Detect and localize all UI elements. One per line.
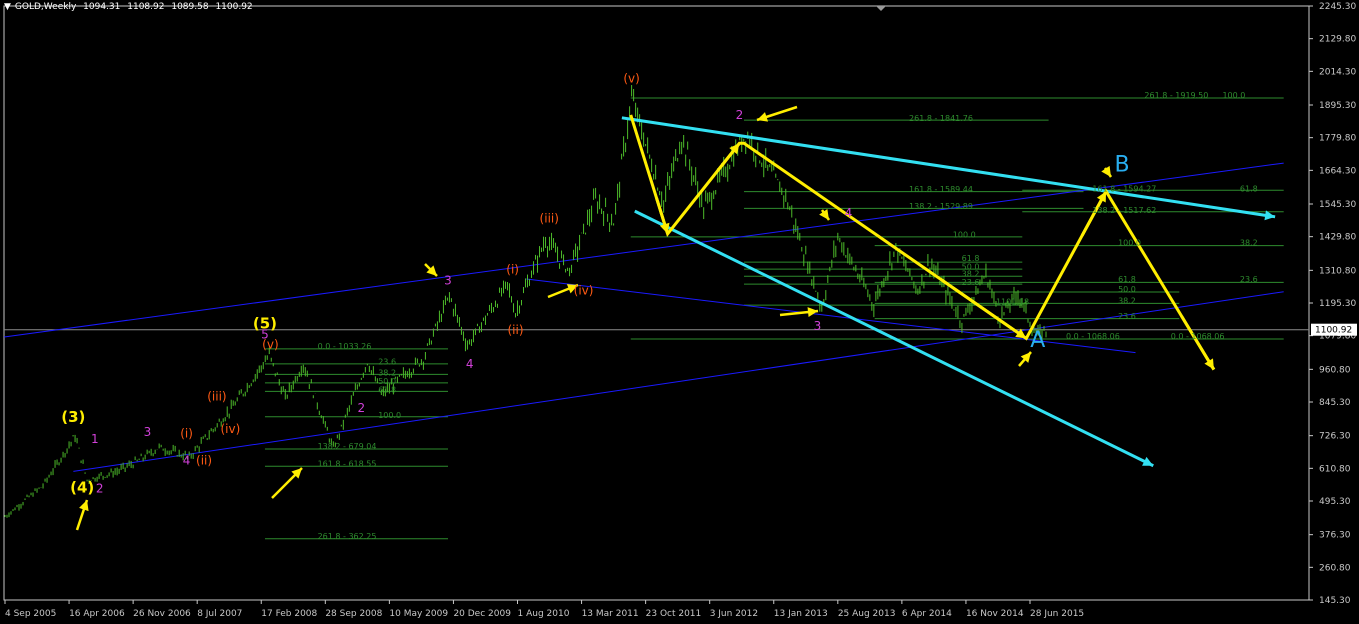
symbol-label: GOLD,Weekly [14, 2, 77, 12]
x-axis-tick-label: 23 Oct 2011 [646, 609, 702, 619]
fib-level-label: 50.0 [1118, 285, 1136, 294]
y-axis-tick-label: 1545.30 [1319, 200, 1356, 210]
x-axis-tick-label: 16 Apr 2006 [69, 609, 125, 619]
wave-label: 2 [358, 401, 366, 415]
x-axis-tick-label: 10 May 2009 [389, 609, 448, 619]
fib-level-label: 261.8 - 1919.50 [1144, 91, 1208, 100]
fib-level-label: 161.8 - 618.55 [318, 459, 377, 468]
wave-label: (iv) [220, 422, 240, 436]
wave-label: 2 [96, 482, 104, 496]
wave-label: B [1115, 153, 1130, 178]
high-value: 1108.92 [127, 2, 165, 12]
chart-shift-marker-icon [876, 6, 886, 11]
wave-label: (iii) [207, 390, 226, 404]
fib-level-label: 100.0 [953, 230, 976, 239]
low-value: 1089.58 [171, 2, 209, 12]
wave-label: (3) [61, 408, 85, 426]
fib-level-label: 100.0 [378, 411, 401, 420]
fib-level-label: 138.2 - 1529.89 [909, 202, 973, 211]
x-axis-tick-label: 8 Jul 2007 [197, 609, 242, 619]
y-axis-tick-label: 1195.30 [1319, 299, 1356, 309]
y-axis-tick-label: 726.30 [1319, 432, 1351, 442]
x-axis-tick-label: 25 Aug 2013 [838, 609, 896, 619]
y-axis-tick-label: 1429.80 [1319, 233, 1356, 243]
fib-level-label: 23.6 [962, 278, 980, 287]
y-axis-tick-label: 495.30 [1319, 497, 1351, 507]
y-axis-tick-label: 1310.80 [1319, 266, 1356, 276]
x-axis-tick-label: 1 Aug 2010 [518, 609, 570, 619]
wave-label: 3 [814, 319, 822, 333]
fib-level-label: 161.8 - 1589.44 [909, 185, 973, 194]
x-axis-tick-label: 13 Jan 2013 [774, 609, 828, 619]
wave-label: 4 [466, 357, 474, 371]
x-axis-tick-label: 6 Apr 2014 [902, 609, 952, 619]
x-axis-tick-label: 28 Sep 2008 [325, 609, 382, 619]
x-axis-tick-label: 3 Jun 2012 [710, 609, 758, 619]
y-axis-tick-label: 610.80 [1319, 464, 1351, 474]
fib-level-label: 100.0 [1222, 91, 1245, 100]
yellow-pointer-arrow-head [79, 500, 89, 512]
fib-level-label: 261.8 - 1841.76 [909, 114, 973, 123]
fib-level-label: 161.8 - 1594.27 [1092, 185, 1156, 194]
wave-label: (i) [506, 262, 519, 276]
fib-level-label: 100.0 [1118, 238, 1141, 247]
fib-level-label: 61.8 [378, 385, 396, 394]
fib-level-label: 61.8 [1118, 275, 1136, 284]
x-axis-tick-label: 13 Mar 2011 [582, 609, 639, 619]
y-axis-tick-label: 1664.30 [1319, 166, 1356, 176]
y-axis-tick-label: 260.80 [1319, 563, 1351, 573]
chart-header: ▼ GOLD,Weekly 1094.31 1108.92 1089.58 110… [4, 2, 257, 12]
fib-level-label: 261.8 - 362.25 [318, 532, 377, 541]
y-axis-tick-label: 960.80 [1319, 365, 1351, 375]
x-axis-tick-label: 20 Dec 2009 [453, 609, 511, 619]
yellow-pointer-arrow-head [757, 112, 769, 122]
x-axis-tick-label: 26 Nov 2006 [133, 609, 191, 619]
fib-level-label: 23.6 [378, 358, 396, 367]
fib-level-label: 0.0 - 1068.06 [1171, 332, 1225, 341]
y-axis-tick-label: 145.30 [1319, 596, 1351, 606]
wave-label: 2 [736, 108, 744, 122]
y-axis-tick-label: 1895.30 [1319, 101, 1356, 111]
wave-label: (4) [70, 479, 94, 497]
wave-label: 3 [444, 274, 452, 288]
fib-level-label: 38.2 [1118, 296, 1136, 305]
wave-label: 1 [91, 432, 99, 446]
yellow-pointer-arrow-head [819, 208, 829, 220]
close-value: 1100.92 [215, 2, 253, 12]
fib-level-label: 138.2 - 1517.62 [1092, 206, 1156, 215]
wave-label: 3 [144, 425, 152, 439]
x-axis-tick-label: 28 Jun 2015 [1030, 609, 1084, 619]
wave-label: 4 [183, 453, 191, 467]
y-axis-tick-label: 1779.80 [1319, 134, 1356, 144]
fib-level-label: 0.0 - 1033.26 [318, 342, 372, 351]
fib-level-label: 0.0 - 1068.06 [1066, 332, 1120, 341]
x-axis-tick-label: 4 Sep 2005 [5, 609, 56, 619]
y-axis-tick-label: 2245.30 [1319, 2, 1356, 12]
current-price-label: 1100.92 [1315, 326, 1352, 336]
fib-level-label: 23.6 [1118, 312, 1136, 321]
wave-label: (v) [623, 71, 639, 85]
y-axis-tick-label: 376.30 [1319, 531, 1351, 541]
fib-level-label: 1101.18 [996, 298, 1029, 307]
wave-label: 4 [845, 206, 853, 220]
fib-level-label: 138.2 - 679.04 [318, 442, 377, 451]
wave-label: A [1030, 328, 1045, 353]
wave-label: (iv) [574, 284, 594, 298]
chart-canvas: 2245.30 2129.80 2014.30 1895.30 1779.80 1664.… [3, 2, 1357, 619]
y-axis-tick-label: 2129.80 [1319, 35, 1356, 45]
open-value: 1094.31 [83, 2, 121, 12]
wave-label: (ii) [507, 323, 523, 337]
wave-label: (i) [180, 426, 193, 440]
wave-label: (ii) [196, 453, 212, 467]
x-axis-tick-label: 17 Feb 2008 [261, 609, 317, 619]
y-axis-tick-label: 845.30 [1319, 398, 1351, 408]
y-axis-tick-label: 2014.30 [1319, 67, 1356, 77]
fib-level-label: 23.6 [1240, 275, 1258, 284]
x-axis-tick-label: 16 Nov 2014 [966, 609, 1024, 619]
fib-level-label: 61.8 [1240, 185, 1258, 194]
wave-label: (iii) [540, 211, 559, 225]
wave-label: (v) [262, 337, 278, 351]
dropdown-arrow-icon[interactable]: ▼ [4, 2, 11, 12]
fib-level-label: 38.2 [1240, 238, 1258, 247]
